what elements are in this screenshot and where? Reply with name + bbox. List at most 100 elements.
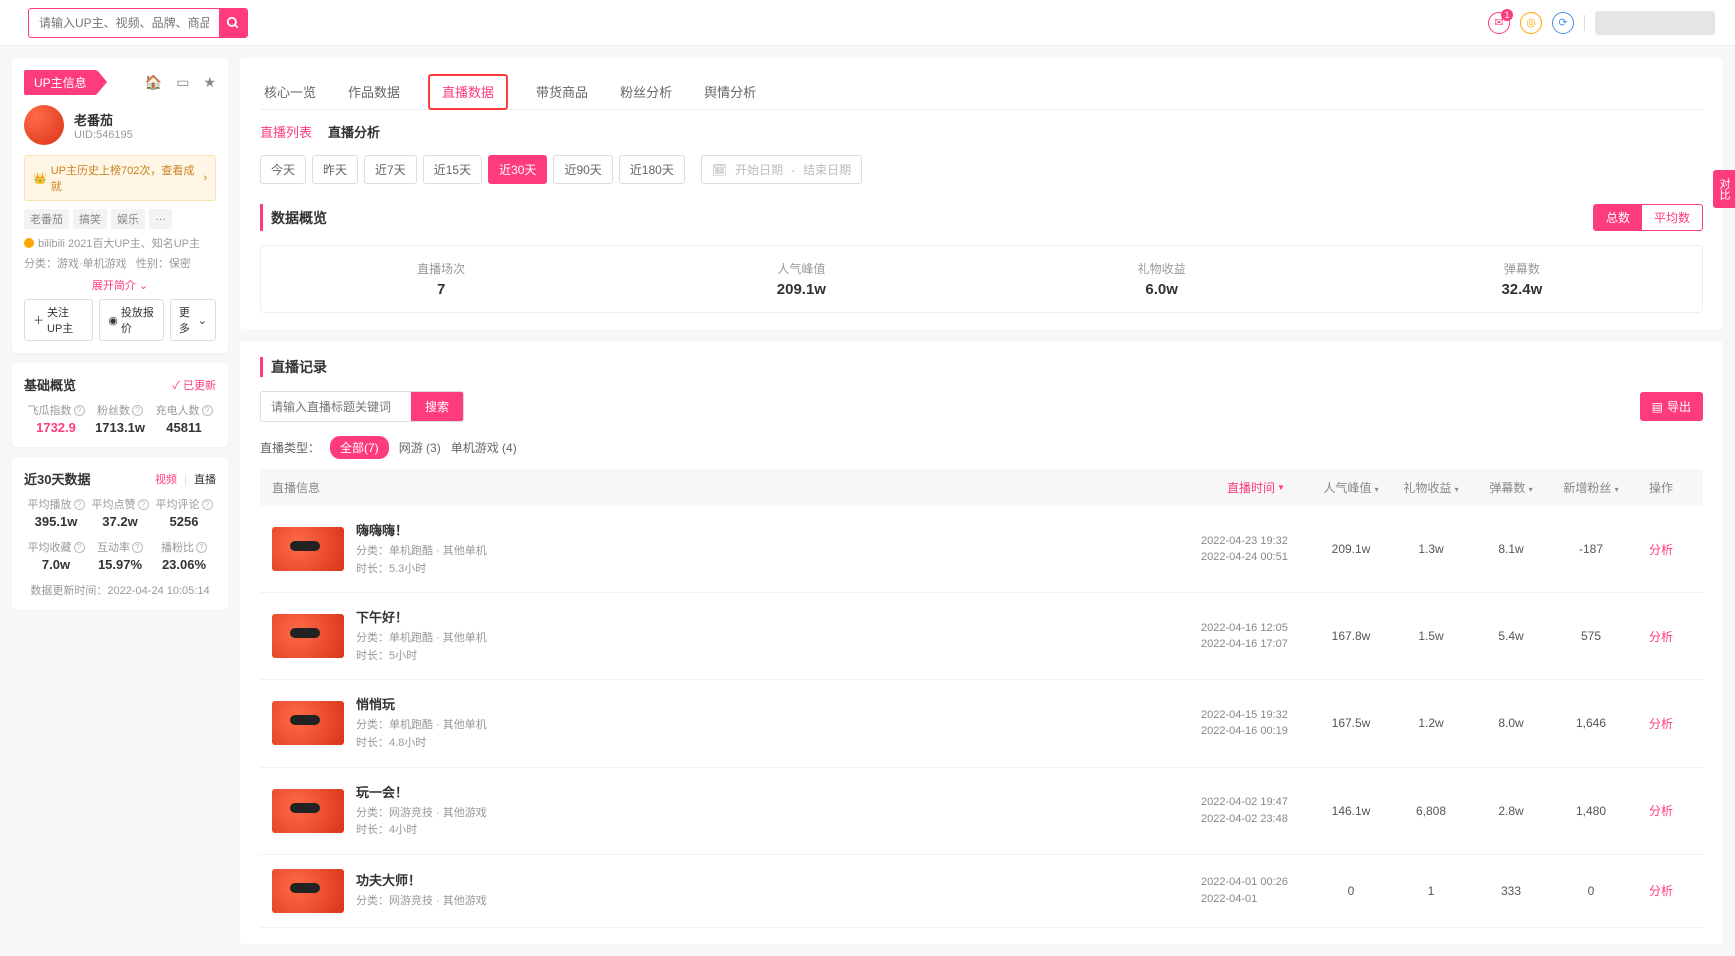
cell-danmu: 2.8w bbox=[1471, 804, 1551, 818]
star-icon[interactable]: ★ bbox=[203, 74, 216, 91]
search-button[interactable] bbox=[219, 9, 247, 37]
cell-fans: 1,646 bbox=[1551, 716, 1631, 730]
quote-button[interactable]: ◉投放报价 bbox=[99, 299, 164, 341]
stat-value: 5256 bbox=[152, 514, 216, 529]
cell-gift: 1.2w bbox=[1391, 716, 1471, 730]
tv-icon[interactable]: ▭ bbox=[176, 74, 189, 91]
coin-icon[interactable]: ◎ bbox=[1520, 12, 1542, 34]
live-thumbnail[interactable] bbox=[272, 789, 344, 833]
profile-uid: UID:546195 bbox=[74, 129, 133, 141]
stat-label: 平均播放 ? bbox=[24, 496, 88, 512]
overview-value: 7 bbox=[261, 281, 621, 298]
rank-banner[interactable]: 👑 UP主历史上榜702次，查看成就 › bbox=[24, 155, 216, 201]
info-icon[interactable]: ? bbox=[74, 542, 85, 553]
subtab-video[interactable]: 视频 bbox=[155, 474, 177, 486]
main-tab[interactable]: 作品数据 bbox=[344, 74, 404, 109]
info-icon[interactable]: ? bbox=[74, 405, 85, 416]
home-icon[interactable]: 🏠 bbox=[145, 74, 162, 91]
overview-title: 数据概览 bbox=[271, 208, 327, 228]
th-peak[interactable]: 人气峰值 ▾ bbox=[1311, 479, 1391, 496]
analyze-link[interactable]: 分析 bbox=[1649, 804, 1673, 818]
main-tab[interactable]: 粉丝分析 bbox=[616, 74, 676, 109]
records-title: 直播记录 bbox=[271, 357, 327, 377]
type-opt[interactable]: 单机游戏 (4) bbox=[451, 439, 517, 456]
analyze-link[interactable]: 分析 bbox=[1649, 630, 1673, 644]
cell-peak: 0 bbox=[1311, 884, 1391, 898]
separator bbox=[1584, 15, 1585, 31]
main-tab[interactable]: 核心一览 bbox=[260, 74, 320, 109]
analyze-link[interactable]: 分析 bbox=[1649, 543, 1673, 557]
range-button[interactable]: 近15天 bbox=[423, 155, 482, 184]
search-input[interactable] bbox=[29, 10, 219, 36]
live-title[interactable]: 嗨嗨嗨！ bbox=[356, 520, 1201, 539]
info-icon[interactable]: ? bbox=[196, 542, 207, 553]
overview-stats: 直播场次7人气峰值209.1w礼物收益6.0w弹幕数32.4w bbox=[260, 245, 1703, 313]
records-search-input[interactable] bbox=[261, 392, 411, 421]
info-icon[interactable]: ? bbox=[202, 405, 213, 416]
records-search-button[interactable]: 搜索 bbox=[411, 392, 463, 421]
tag[interactable]: 老番茄 bbox=[24, 209, 69, 229]
info-icon[interactable]: ? bbox=[74, 499, 85, 510]
tag-more[interactable]: … bbox=[149, 209, 172, 229]
info-icon[interactable]: ? bbox=[202, 499, 213, 510]
range-button[interactable]: 今天 bbox=[260, 155, 306, 184]
search-icon bbox=[226, 16, 240, 30]
main-tab[interactable]: 舆情分析 bbox=[700, 74, 760, 109]
date-picker[interactable]: 🗓开始日期-结束日期 bbox=[701, 155, 862, 184]
th-fans[interactable]: 新增粉丝 ▾ bbox=[1551, 479, 1631, 496]
toggle-avg[interactable]: 平均数 bbox=[1642, 205, 1702, 230]
live-title[interactable]: 下午好！ bbox=[356, 607, 1201, 626]
chevron-down-icon: ⌄ bbox=[139, 280, 148, 292]
overview-label: 人气峰值 bbox=[621, 260, 981, 277]
info-icon[interactable]: ? bbox=[132, 405, 143, 416]
subtab-live[interactable]: 直播 bbox=[194, 474, 216, 486]
stat-value: 395.1w bbox=[24, 514, 88, 529]
th-time[interactable]: 直播时间▼ bbox=[1201, 479, 1311, 496]
live-thumbnail[interactable] bbox=[272, 527, 344, 571]
live-thumbnail[interactable] bbox=[272, 614, 344, 658]
mail-icon[interactable]: ✉1 bbox=[1488, 12, 1510, 34]
sort-caret-icon: ▼ bbox=[1277, 483, 1285, 492]
th-danmu[interactable]: 弹幕数 ▾ bbox=[1471, 479, 1551, 496]
compare-floating-tab[interactable]: 对比 bbox=[1713, 170, 1735, 208]
live-title[interactable]: 玩一会！ bbox=[356, 782, 1201, 801]
sidebar: UP主信息 🏠 ▭ ★ 老番茄 UID:546195 👑 UP主历史上榜702次… bbox=[12, 58, 228, 956]
expand-intro[interactable]: 展开简介 ⌄ bbox=[24, 277, 216, 293]
th-gift[interactable]: 礼物收益 ▾ bbox=[1391, 479, 1471, 496]
info-icon[interactable]: ? bbox=[132, 542, 143, 553]
range-button[interactable]: 近30天 bbox=[488, 155, 547, 184]
stat-value: 7.0w bbox=[24, 557, 88, 572]
toggle-total[interactable]: 总数 bbox=[1594, 205, 1642, 230]
type-opt[interactable]: 网游 (3) bbox=[399, 439, 441, 456]
export-button[interactable]: ▤ 导出 bbox=[1640, 392, 1703, 421]
user-area[interactable] bbox=[1595, 11, 1715, 35]
tag[interactable]: 娱乐 bbox=[111, 209, 145, 229]
live-title[interactable]: 悄悄玩 bbox=[356, 694, 1201, 713]
table-row: 悄悄玩 分类：单机跑酷 · 其他单机 时长：4.8小时 2022-04-15 1… bbox=[260, 680, 1703, 767]
analyze-link[interactable]: 分析 bbox=[1649, 717, 1673, 731]
stat-value: 1732.9 bbox=[24, 420, 88, 435]
live-thumbnail[interactable] bbox=[272, 869, 344, 913]
subnav-analysis[interactable]: 直播分析 bbox=[328, 122, 380, 141]
range-button[interactable]: 近90天 bbox=[553, 155, 612, 184]
refresh-icon[interactable]: ⟳ bbox=[1552, 12, 1574, 34]
range-button[interactable]: 近180天 bbox=[619, 155, 685, 184]
live-time: 2022-04-16 12:052022-04-16 17:07 bbox=[1201, 620, 1311, 653]
subnav-list[interactable]: 直播列表 bbox=[260, 122, 312, 141]
live-title[interactable]: 功夫大师！ bbox=[356, 870, 1201, 889]
cell-fans: 575 bbox=[1551, 629, 1631, 643]
main-tab[interactable]: 直播数据 bbox=[428, 74, 508, 110]
main-tab[interactable]: 带货商品 bbox=[532, 74, 592, 109]
live-thumbnail[interactable] bbox=[272, 701, 344, 745]
info-icon[interactable]: ? bbox=[138, 499, 149, 510]
analyze-link[interactable]: 分析 bbox=[1649, 884, 1673, 898]
range-button[interactable]: 近7天 bbox=[364, 155, 417, 184]
tag[interactable]: 搞笑 bbox=[73, 209, 107, 229]
follow-button[interactable]: ＋关注UP主 bbox=[24, 299, 93, 341]
recent-subtabs: 视频 | 直播 bbox=[151, 471, 216, 487]
stat-label: 互动率 ? bbox=[88, 539, 152, 555]
cell-peak: 167.5w bbox=[1311, 716, 1391, 730]
type-all[interactable]: 全部(7) bbox=[330, 436, 389, 459]
more-button[interactable]: 更多 ⌄ bbox=[170, 299, 216, 341]
range-button[interactable]: 昨天 bbox=[312, 155, 358, 184]
